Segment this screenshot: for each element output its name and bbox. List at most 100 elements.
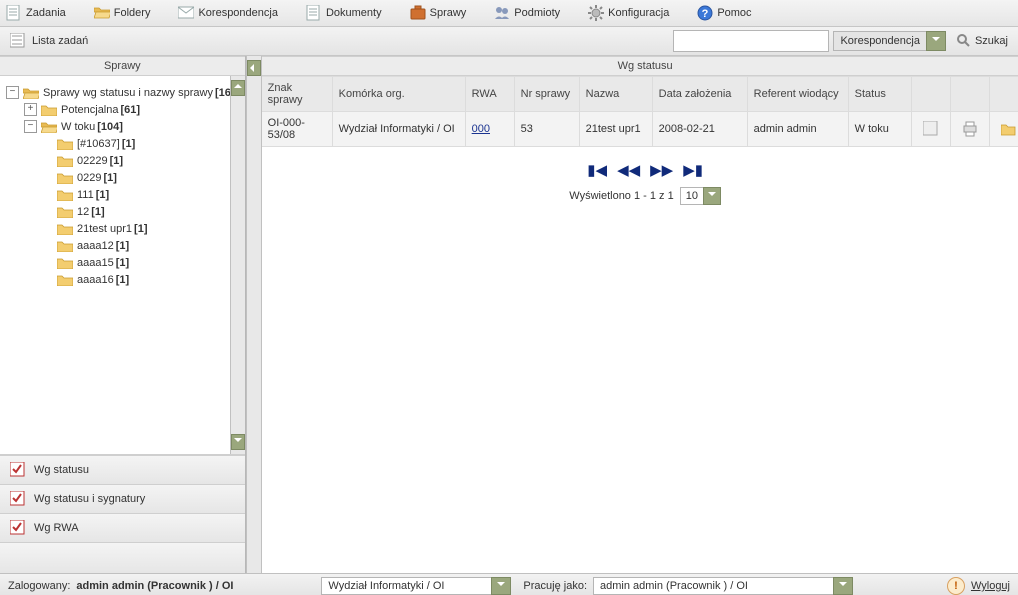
menu-foldery[interactable]: Foldery: [94, 5, 151, 21]
search-input[interactable]: [673, 30, 829, 52]
rwa-link[interactable]: 000: [472, 123, 490, 135]
tree-node-potencjalna[interactable]: + Potencjalna [61]: [24, 103, 241, 116]
tree-label: 21test upr1: [77, 223, 132, 235]
pager: ▮◀ ◀◀ ▶▶ ▶▮ Wyświetlono 1 - 1 z 1 10: [262, 161, 1018, 205]
list-icon: [10, 33, 26, 49]
col-rwa[interactable]: RWA: [466, 76, 515, 112]
tree-label: aaaa16: [77, 274, 114, 286]
menu-dokumenty[interactable]: Dokumenty: [306, 5, 382, 21]
expander-none: [42, 206, 53, 217]
working-as-combo[interactable]: admin admin (Pracownik ) / OI: [593, 577, 853, 595]
cell-nr: 53: [515, 112, 580, 147]
tree-leaf[interactable]: 21test upr1 [1]: [42, 222, 241, 235]
menu-podmioty[interactable]: Podmioty: [494, 5, 560, 21]
tree-leaf[interactable]: aaaa15 [1]: [42, 256, 241, 269]
folder-icon: [57, 171, 73, 184]
pager-prev-icon[interactable]: ◀◀: [617, 161, 640, 179]
right-panel: Wg statusu Znak sprawy Komórka org. RWA …: [262, 56, 1018, 573]
main: Sprawy − Sprawy wg statusu i nazwy spraw…: [0, 56, 1018, 573]
printer-icon: [962, 121, 978, 137]
table-row[interactable]: OI-000-53/08 Wydział Informatyki / OI 00…: [262, 112, 1018, 147]
check-icon: [10, 462, 26, 478]
menu-sprawy[interactable]: Sprawy: [410, 5, 467, 21]
menu-label: Zadania: [26, 7, 66, 19]
search-button[interactable]: Szukaj: [956, 33, 1008, 49]
tree-leaf[interactable]: 111 [1]: [42, 188, 241, 201]
tree: − Sprawy wg statusu i nazwy sprawy [162]…: [6, 86, 241, 286]
col-znak[interactable]: Znak sprawy: [262, 76, 333, 112]
row-action-print[interactable]: [951, 112, 990, 147]
chevron-down-icon[interactable]: [926, 31, 946, 51]
menu-label: Sprawy: [430, 7, 467, 19]
data-grid: Znak sprawy Komórka org. RWA Nr sprawy N…: [262, 76, 1018, 147]
menu-konfiguracja[interactable]: Konfiguracja: [588, 5, 669, 21]
scroll-up-icon[interactable]: [231, 80, 245, 96]
nav-wg-rwa[interactable]: Wg RWA: [0, 513, 245, 542]
folder-icon: [57, 239, 73, 252]
chevron-down-icon[interactable]: [833, 577, 853, 595]
folder-icon: [57, 154, 73, 167]
cell-data: 2008-02-21: [653, 112, 748, 147]
left-panel-header: Sprawy: [0, 56, 245, 76]
help-icon: [697, 5, 713, 21]
page-size-select[interactable]: 10: [680, 187, 721, 205]
collapse-icon[interactable]: −: [6, 86, 19, 99]
document-icon: [306, 5, 322, 21]
tree-scrollbar[interactable]: [230, 76, 245, 454]
tree-root[interactable]: − Sprawy wg statusu i nazwy sprawy [162]: [6, 86, 241, 99]
menu-label: Podmioty: [514, 7, 560, 19]
col-komorka[interactable]: Komórka org.: [333, 76, 466, 112]
folder-open-icon: [23, 86, 39, 99]
chevron-down-icon[interactable]: [491, 577, 511, 595]
expander-none: [42, 274, 53, 285]
menu-pomoc[interactable]: Pomoc: [697, 5, 751, 21]
note-icon: [923, 121, 939, 137]
folder-icon: [41, 103, 57, 116]
menu-label: Foldery: [114, 7, 151, 19]
search-scope-combo[interactable]: Korespondencja: [833, 31, 946, 51]
logout-link[interactable]: Wyloguj: [971, 580, 1010, 592]
nav-wg-statusu-sygnatury[interactable]: Wg statusu i sygnatury: [0, 484, 245, 513]
row-action-note[interactable]: [912, 112, 951, 147]
tree-leaf[interactable]: aaaa12 [1]: [42, 239, 241, 252]
collapse-icon[interactable]: −: [24, 120, 37, 133]
col-nr[interactable]: Nr sprawy: [515, 76, 580, 112]
tree-leaf[interactable]: [#10637] [1]: [42, 137, 241, 150]
pager-last-icon[interactable]: ▶▮: [683, 161, 703, 179]
col-referent[interactable]: Referent wiodący: [748, 76, 849, 112]
splitter[interactable]: [246, 56, 262, 573]
pager-next-icon[interactable]: ▶▶: [650, 161, 673, 179]
folder-icon: [57, 205, 73, 218]
folder-icon: [57, 188, 73, 201]
tree-node-wtoku[interactable]: − W toku [104]: [24, 120, 241, 133]
col-nazwa[interactable]: Nazwa: [580, 76, 653, 112]
tree-leaf[interactable]: 02229 [1]: [42, 154, 241, 167]
tree-leaf[interactable]: aaaa16 [1]: [42, 273, 241, 286]
tree-leaf[interactable]: 12 [1]: [42, 205, 241, 218]
pager-first-icon[interactable]: ▮◀: [587, 161, 607, 179]
row-action-folder[interactable]: [990, 112, 1018, 147]
chevron-down-icon[interactable]: [703, 187, 721, 205]
folder-open-icon: [41, 120, 57, 133]
nav-label: Wg statusu i sygnatury: [34, 493, 145, 505]
nav-wg-statusu[interactable]: Wg statusu: [0, 455, 245, 484]
tree-leaf[interactable]: 0229 [1]: [42, 171, 241, 184]
menu-zadania[interactable]: Zadania: [6, 5, 66, 21]
expand-icon[interactable]: +: [24, 103, 37, 116]
logged-value: admin admin (Pracownik ) / OI: [76, 580, 233, 592]
col-action-2: [951, 76, 990, 112]
scroll-down-icon[interactable]: [231, 434, 245, 450]
unit-combo[interactable]: Wydział Informatyki / OI: [321, 577, 511, 595]
tree-label: 111: [77, 189, 94, 201]
warning-icon[interactable]: !: [947, 577, 965, 595]
menu-korespondencja[interactable]: Korespondencja: [178, 5, 278, 21]
col-status[interactable]: Status: [849, 76, 912, 112]
page-size-value: 10: [680, 187, 703, 205]
nav-label: Wg RWA: [34, 522, 79, 534]
toolbar: Lista zadań Korespondencja Szukaj: [0, 27, 1018, 56]
expander-none: [42, 240, 53, 251]
collapse-left-icon[interactable]: [247, 60, 261, 76]
tree-label: Potencjalna: [61, 104, 119, 116]
expander-none: [42, 257, 53, 268]
col-data[interactable]: Data założenia: [653, 76, 748, 112]
